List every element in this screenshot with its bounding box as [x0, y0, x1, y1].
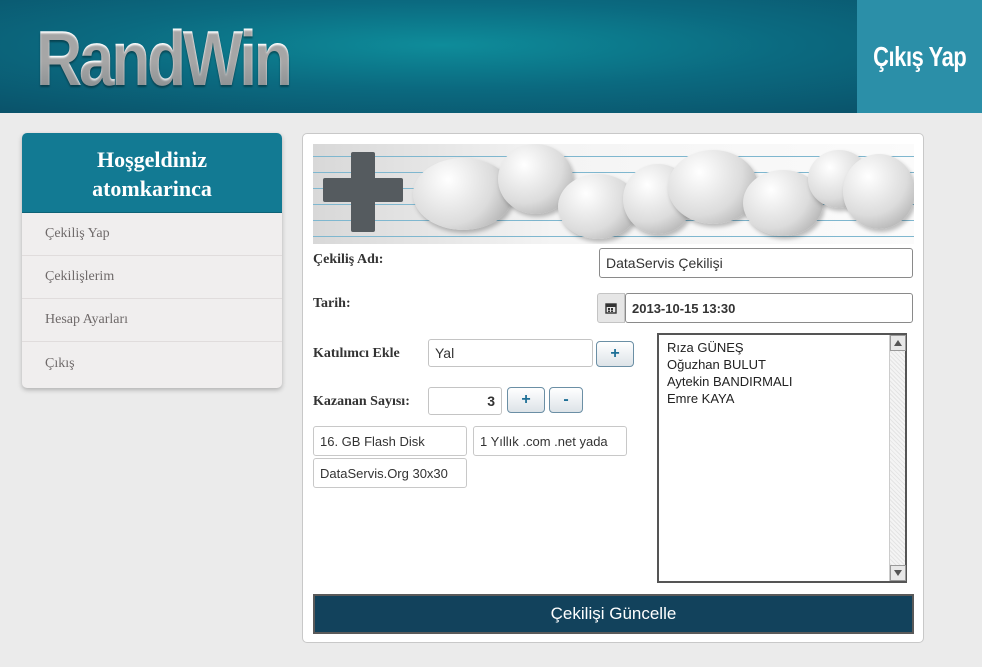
welcome-box: Hoşgeldiniz atomkarinca	[22, 133, 282, 213]
add-participant-button[interactable]: +	[596, 341, 634, 367]
sidebar-item-account-settings[interactable]: Hesap Ayarları	[22, 299, 282, 342]
logout-button[interactable]: Çıkış Yap	[857, 0, 982, 113]
arrow-up-icon[interactable]	[890, 335, 906, 351]
scrollbar[interactable]	[889, 335, 906, 581]
logout-label: Çıkış Yap	[872, 40, 967, 72]
draw-form-panel: Çekiliş Adı: DataServis Çekilişi Tarih: …	[302, 133, 924, 643]
header: RandWin Çıkış Yap	[0, 0, 982, 113]
date-label: Tarih:	[313, 296, 351, 311]
welcome-greeting: Hoşgeldiniz	[96, 147, 207, 172]
prize-input[interactable]: 1 Yıllık .com .net yada	[473, 426, 627, 456]
sidebar: Hoşgeldiniz atomkarinca Çekiliş Yap Çeki…	[22, 133, 282, 388]
list-item[interactable]: Rıza GÜNEŞ	[667, 339, 792, 356]
decrement-winner-button[interactable]: -	[549, 387, 583, 413]
draw-name-label: Çekiliş Adı:	[313, 252, 384, 267]
prize-input[interactable]: 16. GB Flash Disk	[313, 426, 467, 456]
prize-input[interactable]: DataServis.Org 30x30	[313, 458, 467, 488]
update-draw-button[interactable]: Çekilişi Güncelle	[313, 594, 914, 634]
sidebar-item-logout[interactable]: Çıkış	[22, 342, 282, 385]
sidebar-item-label: Çekiliş Yap	[45, 226, 110, 241]
draw-name-input[interactable]: DataServis Çekilişi	[599, 248, 913, 278]
list-item[interactable]: Emre KAYA	[667, 390, 792, 407]
arrow-down-icon[interactable]	[890, 565, 906, 581]
winner-count-input[interactable]: 3	[428, 387, 502, 415]
participant-input[interactable]: Yal	[428, 339, 593, 367]
increment-winner-button[interactable]: +	[507, 387, 545, 413]
sidebar-item-label: Çıkış	[45, 355, 75, 371]
winner-count-label: Kazanan Sayısı:	[313, 394, 410, 409]
logo[interactable]: RandWin	[36, 18, 293, 98]
participants-listbox[interactable]: Rıza GÜNEŞ Oğuzhan BULUT Aytekin BANDIRM…	[657, 333, 907, 583]
list-item[interactable]: Oğuzhan BULUT	[667, 356, 792, 373]
sidebar-item-new-draw[interactable]: Çekiliş Yap	[22, 213, 282, 256]
participant-label: Katılımcı Ekle	[313, 346, 400, 361]
sidebar-item-my-draws[interactable]: Çekilişlerim	[22, 256, 282, 299]
list-item[interactable]: Aytekin BANDIRMALI	[667, 373, 792, 390]
welcome-username: atomkarinca	[92, 176, 212, 201]
date-input[interactable]: 2013-10-15 13:30	[625, 293, 913, 323]
calendar-icon[interactable]	[597, 293, 625, 323]
banner-image	[313, 144, 914, 244]
sidebar-item-label: Çekilişlerim	[45, 269, 115, 284]
sidebar-item-label: Hesap Ayarları	[45, 312, 129, 327]
